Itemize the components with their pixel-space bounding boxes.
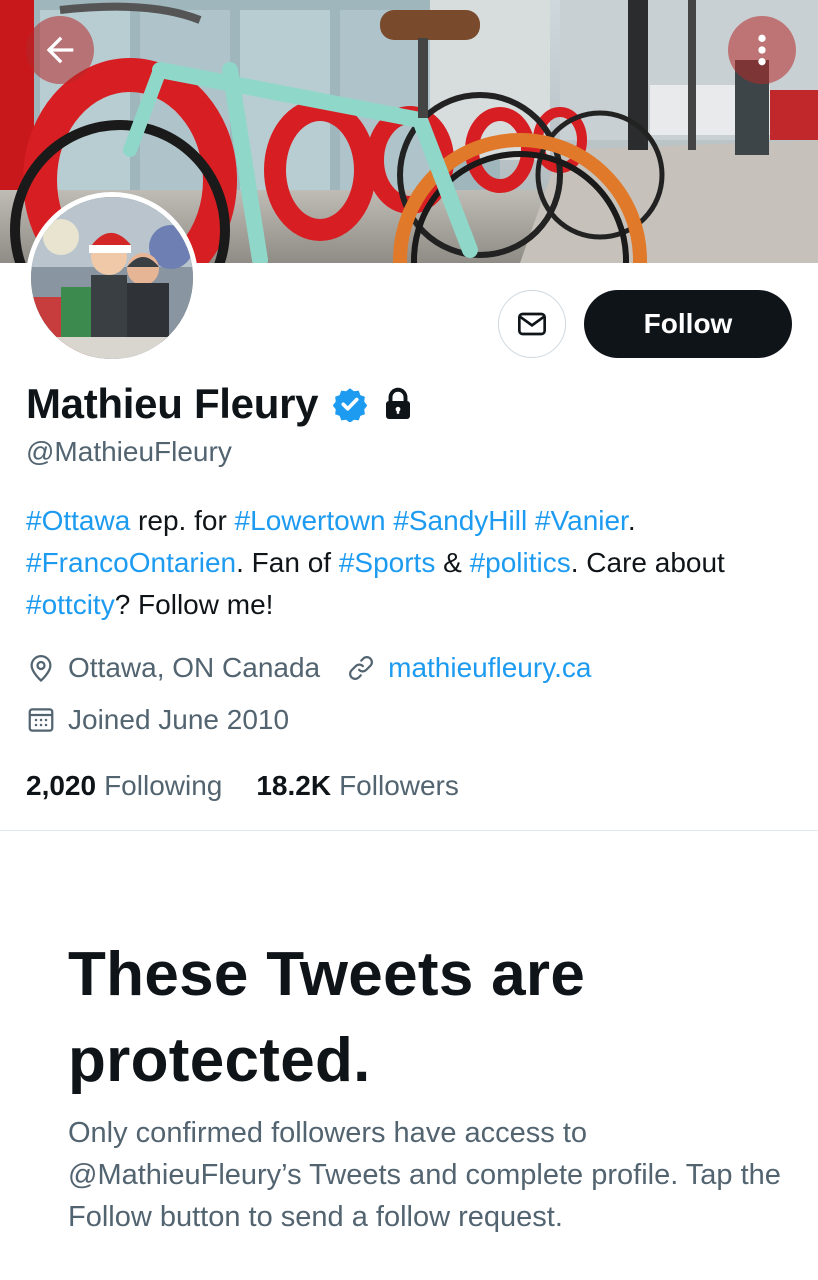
hashtag-link[interactable]: #Sports bbox=[339, 547, 436, 578]
calendar-icon bbox=[28, 708, 54, 732]
envelope-icon bbox=[518, 312, 546, 336]
hashtag-link[interactable]: #Vanier bbox=[535, 505, 628, 536]
link-icon bbox=[349, 656, 374, 680]
protected-tweets-title: These Tweets are protected. bbox=[68, 940, 586, 1095]
following-label: Following bbox=[104, 770, 223, 801]
avatar-photo bbox=[31, 197, 193, 359]
hashtag-link[interactable]: #Ottawa bbox=[26, 505, 130, 536]
hashtag-link[interactable]: #ottcity bbox=[26, 589, 115, 620]
hashtag-link[interactable]: #politics bbox=[470, 547, 571, 578]
follow-button[interactable]: Follow bbox=[584, 290, 792, 358]
name-row: Mathieu Fleury bbox=[26, 376, 416, 432]
display-name: Mathieu Fleury bbox=[26, 380, 319, 427]
hashtag-link[interactable]: #FrancoOntarien bbox=[26, 547, 236, 578]
bio-text: . Fan of bbox=[236, 547, 339, 578]
bio-text: rep. for bbox=[130, 505, 235, 536]
bio-text: . Care about bbox=[570, 547, 725, 578]
profile-location: Ottawa, ON Canada bbox=[68, 652, 321, 683]
more-options-button[interactable] bbox=[728, 16, 796, 84]
location-pin-icon bbox=[30, 654, 52, 682]
hashtag-link[interactable]: #SandyHill bbox=[393, 505, 527, 536]
back-button[interactable] bbox=[26, 16, 94, 84]
profile-avatar[interactable] bbox=[26, 192, 198, 364]
followers-count: 18.2K bbox=[256, 770, 332, 801]
profile-website-link[interactable]: mathieufleury.ca bbox=[388, 652, 591, 684]
hashtag-link[interactable]: #Lowertown bbox=[235, 505, 386, 536]
bio-text: ? Follow me! bbox=[114, 589, 274, 620]
more-vertical-icon bbox=[758, 34, 766, 66]
profile-joined-date: Joined June 2010 bbox=[68, 704, 290, 735]
bio-text: & bbox=[435, 547, 470, 578]
lock-icon bbox=[386, 387, 411, 419]
followers-link[interactable]: 18.2K Followers bbox=[256, 770, 459, 802]
follow-stats: 2,020 Following 18.2K Followers bbox=[26, 764, 459, 808]
profile-bio: #Ottawa rep. for #Lowertown #SandyHill #… bbox=[26, 500, 786, 626]
message-button[interactable] bbox=[498, 290, 566, 358]
profile-joined-row: Joined June 2010 bbox=[26, 698, 289, 742]
following-count: 2,020 bbox=[26, 770, 97, 801]
bio-text: . bbox=[627, 505, 636, 536]
bio-text bbox=[527, 505, 535, 536]
protected-tweets-description: Only confirmed followers have access to … bbox=[68, 1117, 781, 1233]
verified-badge-icon bbox=[332, 388, 368, 422]
section-divider bbox=[0, 830, 818, 831]
profile-meta-row: Ottawa, ON Canada mathieufleury.ca bbox=[26, 646, 591, 690]
back-arrow-icon bbox=[46, 36, 74, 64]
user-handle: @MathieuFleury bbox=[26, 436, 232, 467]
following-link[interactable]: 2,020 Following bbox=[26, 770, 222, 802]
followers-label: Followers bbox=[339, 770, 459, 801]
